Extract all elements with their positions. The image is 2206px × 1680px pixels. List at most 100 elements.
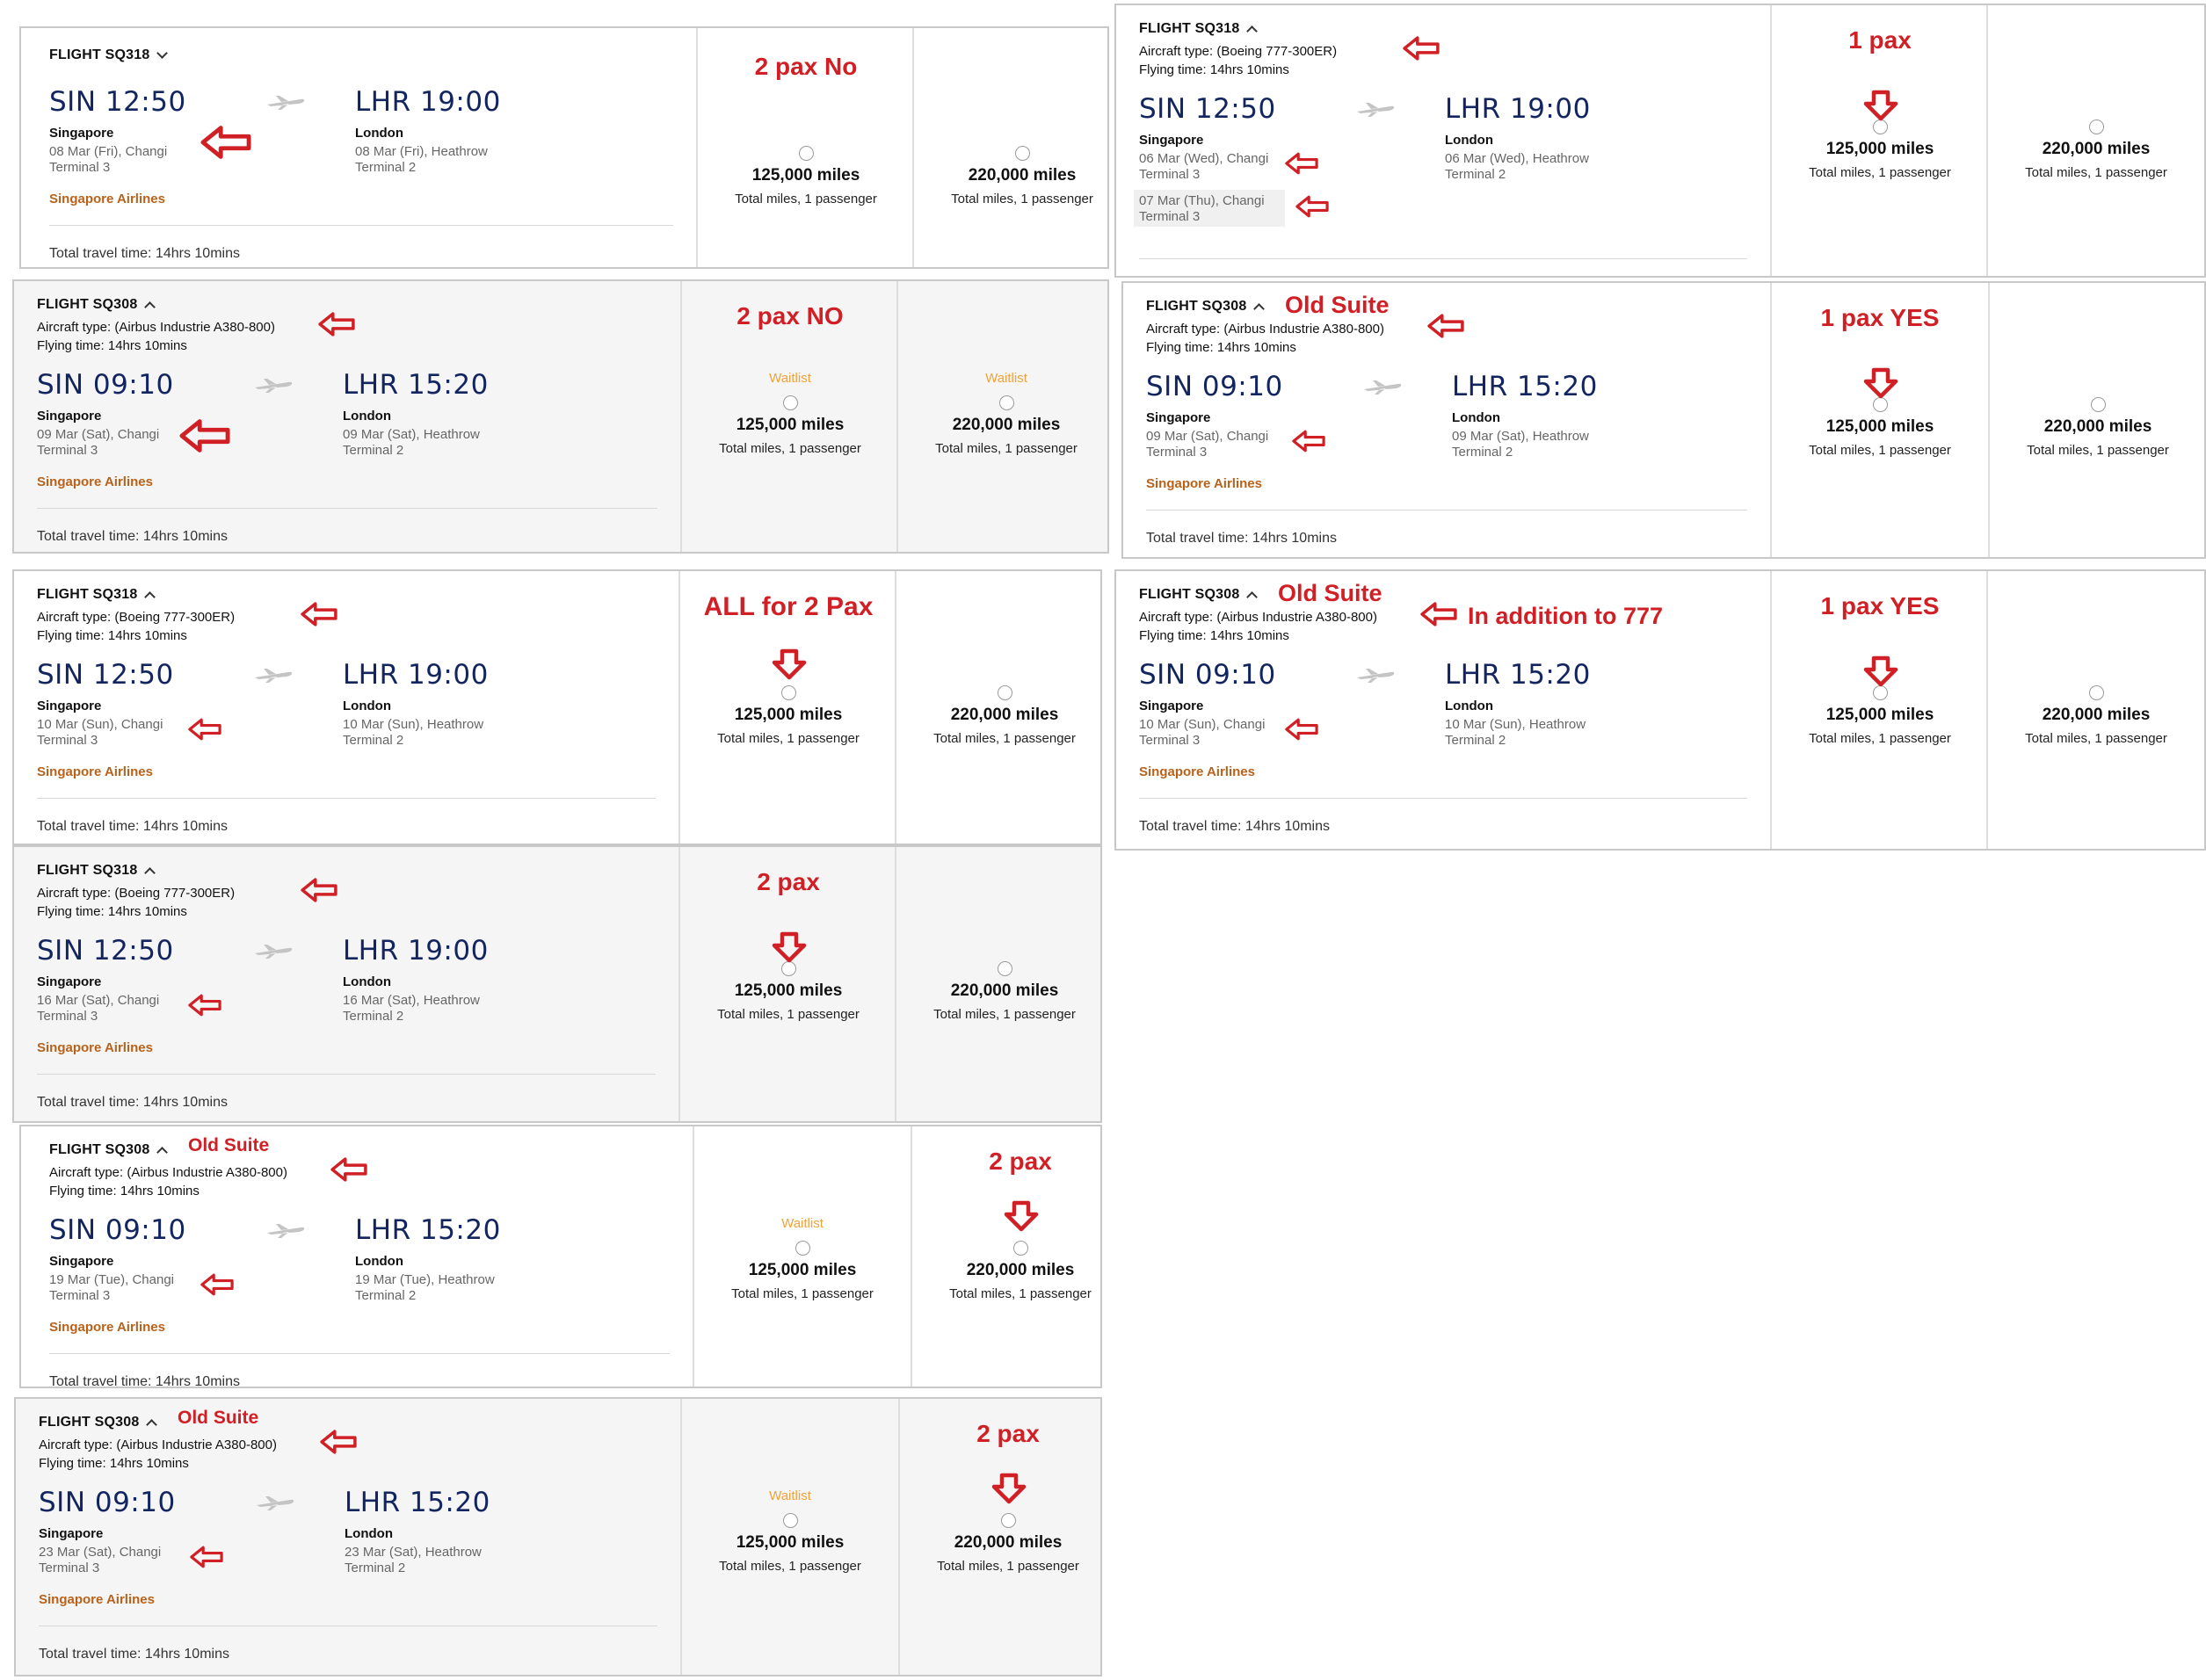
- waitlist-label: Waitlist: [985, 371, 1027, 386]
- annotation-old-suite: Old Suite: [1278, 580, 1382, 606]
- flight-header[interactable]: FLIGHT SQ308: [39, 1415, 158, 1430]
- fare-radio[interactable]: [780, 685, 796, 700]
- chevron-up-icon[interactable]: [156, 1147, 169, 1158]
- waitlist-label: [1988, 93, 2204, 112]
- divider: [37, 1074, 656, 1075]
- fare-radio[interactable]: [1014, 146, 1030, 161]
- annotation-note: 1 pax: [1848, 26, 1912, 54]
- flying-time: Flying time: 14hrs 10mins: [1139, 628, 1289, 643]
- chevron-up-icon[interactable]: [1253, 303, 1266, 315]
- miles-subtext: Total miles, 1 passenger: [2025, 165, 2167, 180]
- flight-header[interactable]: FLIGHT SQ308: [1139, 587, 1259, 603]
- chevron-down-icon[interactable]: [156, 47, 169, 59]
- fare-radio[interactable]: [2088, 685, 2104, 700]
- annotation-note: 2 pax: [989, 1148, 1052, 1175]
- fare-radio[interactable]: [782, 395, 798, 410]
- flight-header[interactable]: FLIGHT SQ308: [37, 297, 156, 313]
- fare-option-220k[interactable]: 220,000 miles Total miles, 1 passenger: [1988, 93, 2204, 180]
- departure-terminal: Terminal 3: [37, 733, 98, 748]
- fare-option-125k[interactable]: Waitlist 125,000 miles Total miles, 1 pass…: [682, 1487, 898, 1574]
- fare-radio[interactable]: [780, 961, 796, 976]
- destination-city: London: [355, 1254, 403, 1269]
- flight-header[interactable]: FLIGHT SQ308: [49, 1142, 169, 1158]
- fare-radio[interactable]: [997, 685, 1012, 700]
- fare-option-220k[interactable]: 220,000 miles Total miles, 1 passenger: [914, 119, 1107, 206]
- airline-name: Singapore Airlines: [37, 764, 153, 779]
- destination-city: London: [343, 974, 391, 989]
- fare-radio[interactable]: [1012, 1241, 1028, 1256]
- airline-name: Singapore Airlines: [1146, 476, 1262, 491]
- flight-header[interactable]: FLIGHT SQ318: [37, 587, 156, 603]
- fare-radio[interactable]: [782, 1513, 798, 1528]
- arrival-terminal: Terminal 2: [1452, 445, 1513, 460]
- arrival-date: 16 Mar (Sat), Heathrow: [343, 993, 480, 1008]
- airline-name: Singapore Airlines: [37, 474, 153, 489]
- waitlist-label: Waitlist: [769, 371, 811, 386]
- arrival-time: LHR 15:20: [1452, 371, 1598, 402]
- fare-radio[interactable]: [1872, 119, 1888, 134]
- flight-header[interactable]: FLIGHT SQ318: [1139, 21, 1259, 37]
- red-left-arrow-annotation: [301, 602, 337, 626]
- fare-option-220k[interactable]: Waitlist 220,000 miles Total miles, 1 pass…: [898, 369, 1107, 456]
- chevron-up-icon[interactable]: [144, 591, 156, 603]
- chevron-up-icon[interactable]: [1246, 25, 1259, 37]
- flight-header[interactable]: FLIGHT SQ308: [1146, 299, 1266, 315]
- fare-option-220k[interactable]: 220,000 miles Total miles, 1 passenger: [896, 659, 1100, 746]
- fare-option-220k[interactable]: 220,000 miles Total miles, 1 passenger: [1988, 659, 2204, 746]
- miles-subtext: Total miles, 1 passenger: [719, 1559, 861, 1574]
- chevron-up-icon[interactable]: [1246, 591, 1259, 603]
- waitlist-label: Waitlist: [781, 1216, 824, 1231]
- fare-radio[interactable]: [795, 1241, 810, 1256]
- fare-radio[interactable]: [1872, 397, 1888, 412]
- airline-name: Singapore Airlines: [49, 192, 165, 206]
- arrival-date: 09 Mar (Sat), Heathrow: [1452, 429, 1589, 444]
- chevron-up-icon[interactable]: [146, 1419, 158, 1430]
- fare-radio[interactable]: [1000, 1513, 1016, 1528]
- departure-date: 19 Mar (Tue), Changi: [49, 1272, 175, 1287]
- fare-radio[interactable]: [1872, 685, 1888, 700]
- flight-number: FLIGHT SQ318: [49, 47, 150, 62]
- fare-radio[interactable]: [998, 395, 1014, 410]
- annotation-note: 1 pax YES: [1820, 592, 1940, 619]
- red-down-arrow-annotation: [1863, 90, 1898, 121]
- aircraft-type: Aircraft type: (Airbus Industrie A380-80…: [39, 1437, 277, 1452]
- flight-number: FLIGHT SQ318: [1139, 21, 1240, 36]
- annotation-note: 2 pax: [976, 1420, 1040, 1447]
- origin-city: Singapore: [39, 1526, 104, 1541]
- miles-subtext: Total miles, 1 passenger: [731, 1286, 874, 1301]
- plane-icon: [1357, 103, 1395, 117]
- departure-terminal: Terminal 3: [37, 1009, 98, 1024]
- chevron-up-icon[interactable]: [144, 301, 156, 313]
- fare-option-125k[interactable]: Waitlist 125,000 miles Total miles, 1 pass…: [694, 1214, 911, 1301]
- flight-header[interactable]: FLIGHT SQ318: [37, 863, 156, 879]
- plane-icon: [255, 945, 293, 959]
- fare-radio[interactable]: [798, 146, 814, 161]
- fare-radio[interactable]: [997, 961, 1012, 976]
- destination-city: London: [1445, 699, 1493, 713]
- waitlist-label: [1988, 659, 2204, 678]
- fare-radio[interactable]: [2090, 397, 2106, 412]
- red-left-arrow-annotation: [188, 718, 221, 741]
- departure-time: SIN 09:10: [1139, 659, 1276, 691]
- fare-radio[interactable]: [2088, 119, 2104, 134]
- flight-number: FLIGHT SQ308: [1146, 299, 1247, 314]
- red-left-arrow-annotation: [1285, 718, 1318, 741]
- flying-time: Flying time: 14hrs 10mins: [37, 628, 187, 643]
- flight-header[interactable]: FLIGHT SQ318: [49, 47, 169, 63]
- divider: [1139, 258, 1747, 259]
- departure-terminal: Terminal 3: [1139, 167, 1201, 182]
- fare-option-220k[interactable]: 220,000 miles Total miles, 1 passenger: [896, 935, 1100, 1022]
- total-travel-time: Total travel time: 14hrs 10mins: [49, 246, 240, 261]
- fare-option-220k[interactable]: 220,000 miles Total miles, 1 passenger: [1990, 371, 2204, 458]
- fare-option-125k[interactable]: Waitlist 125,000 miles Total miles, 1 pass…: [682, 369, 898, 456]
- chevron-up-icon[interactable]: [144, 867, 156, 879]
- divider: [49, 225, 673, 226]
- miles-amount: 220,000 miles: [950, 981, 1059, 1000]
- departure-time: SIN 09:10: [37, 369, 174, 401]
- flying-time: Flying time: 14hrs 10mins: [1139, 62, 1289, 77]
- red-down-arrow-annotation: [1863, 655, 1898, 687]
- fare-option-125k[interactable]: 125,000 miles Total miles, 1 passenger: [698, 119, 914, 206]
- miles-amount: 220,000 miles: [952, 416, 1061, 434]
- total-travel-time: Total travel time: 14hrs 10mins: [37, 1095, 228, 1110]
- flying-time: Flying time: 14hrs 10mins: [49, 1184, 200, 1198]
